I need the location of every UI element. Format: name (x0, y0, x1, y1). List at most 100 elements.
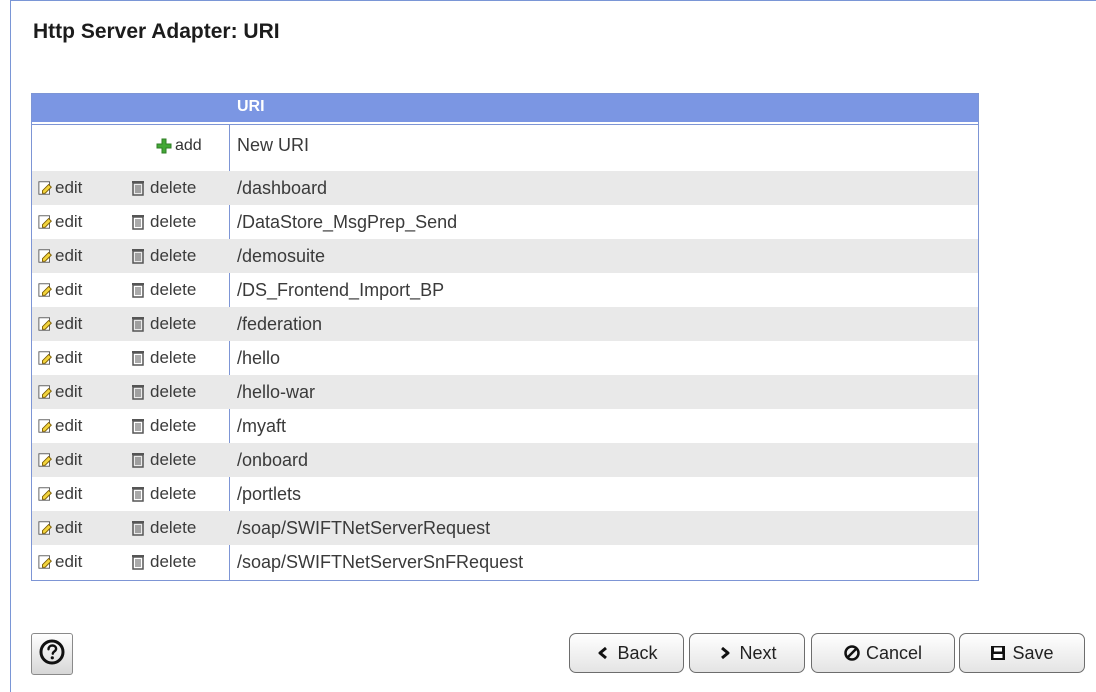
delete-link[interactable]: delete (130, 517, 196, 539)
edit-link[interactable]: edit (38, 347, 82, 369)
edit-icon (38, 214, 54, 230)
delete-icon (130, 316, 146, 332)
delete-label: delete (150, 552, 197, 571)
delete-link[interactable]: delete (130, 551, 196, 573)
uri-value: /hello-war (237, 382, 316, 402)
delete-icon (130, 214, 146, 230)
table-row: edit delete /demosuite (32, 239, 978, 273)
delete-label: delete (150, 450, 197, 469)
delete-label: delete (150, 212, 197, 231)
uri-value: /onboard (237, 450, 309, 470)
table-row: edit delete /hello-war (32, 375, 978, 409)
edit-label: edit (55, 450, 83, 469)
edit-link[interactable]: edit (38, 449, 82, 471)
delete-link[interactable]: delete (130, 347, 196, 369)
edit-label: edit (55, 416, 83, 435)
delete-link[interactable]: delete (130, 211, 196, 233)
edit-link[interactable]: edit (38, 483, 82, 505)
save-button[interactable]: Save (959, 633, 1085, 673)
edit-label: edit (55, 178, 83, 197)
uri-value: /DS_Frontend_Import_BP (237, 280, 445, 300)
uri-column-header: URI (237, 98, 265, 115)
page-title: Http Server Adapter: URI (33, 20, 280, 43)
delete-label: delete (150, 348, 197, 367)
edit-icon (38, 554, 54, 570)
uri-value: /hello (237, 348, 281, 368)
delete-icon (130, 180, 146, 196)
edit-icon (38, 350, 54, 366)
edit-icon (38, 418, 54, 434)
delete-icon (130, 384, 146, 400)
delete-link[interactable]: delete (130, 313, 196, 335)
uri-value: /soap/SWIFTNetServerRequest (237, 518, 491, 538)
delete-icon (130, 486, 146, 502)
table-row: edit delete /DS_Frontend_Import_BP (32, 273, 978, 307)
edit-label: edit (55, 314, 83, 333)
header-rule (32, 124, 978, 125)
uri-value: /demosuite (237, 246, 326, 266)
delete-icon (130, 282, 146, 298)
edit-label: edit (55, 280, 83, 299)
edit-icon (38, 248, 54, 264)
table-row: edit delete /dashboard (32, 171, 978, 205)
edit-label: edit (55, 382, 83, 401)
help-button[interactable] (31, 633, 73, 675)
edit-icon (38, 316, 54, 332)
edit-link[interactable]: edit (38, 415, 82, 437)
edit-link[interactable]: edit (38, 245, 82, 267)
delete-icon (130, 520, 146, 536)
back-button[interactable]: Back (569, 633, 684, 673)
edit-icon (38, 384, 54, 400)
edit-link[interactable]: edit (38, 211, 82, 233)
delete-link[interactable]: delete (130, 177, 196, 199)
delete-label: delete (150, 484, 197, 503)
new-uri-value: New URI (237, 135, 310, 155)
add-icon (156, 138, 172, 154)
delete-icon (130, 248, 146, 264)
uri-value: /myaft (237, 416, 287, 436)
table-row: edit delete /soap/SWIFTNetServerSnFReque… (32, 545, 978, 579)
delete-label: delete (150, 518, 197, 537)
edit-link[interactable]: edit (38, 279, 82, 301)
next-icon (717, 645, 733, 661)
back-icon (595, 645, 611, 661)
uri-grid: URI add New URI edit delete /dashboard e… (31, 93, 979, 581)
edit-link[interactable]: edit (38, 517, 82, 539)
next-button[interactable]: Next (689, 633, 805, 673)
add-link[interactable]: add (156, 136, 202, 156)
table-row: edit delete /onboard (32, 443, 978, 477)
back-label: Back (617, 642, 658, 663)
table-row: edit delete /federation (32, 307, 978, 341)
edit-label: edit (55, 246, 83, 265)
delete-link[interactable]: delete (130, 449, 196, 471)
edit-icon (38, 520, 54, 536)
edit-link[interactable]: edit (38, 381, 82, 403)
delete-link[interactable]: delete (130, 381, 196, 403)
edit-label: edit (55, 552, 83, 571)
edit-icon (38, 180, 54, 196)
delete-label: delete (150, 416, 197, 435)
cancel-button[interactable]: Cancel (811, 633, 955, 673)
delete-icon (130, 350, 146, 366)
save-icon (990, 645, 1006, 661)
delete-icon (130, 418, 146, 434)
delete-link[interactable]: delete (130, 245, 196, 267)
add-label: add (175, 137, 202, 154)
edit-icon (38, 452, 54, 468)
delete-link[interactable]: delete (130, 279, 196, 301)
table-row: edit delete /myaft (32, 409, 978, 443)
delete-link[interactable]: delete (130, 483, 196, 505)
delete-label: delete (150, 382, 197, 401)
help-icon (39, 639, 65, 669)
save-label: Save (1012, 642, 1054, 663)
edit-label: edit (55, 212, 83, 231)
cancel-label: Cancel (865, 642, 923, 663)
uri-value: /DataStore_MsgPrep_Send (237, 212, 458, 232)
table-row: edit delete /soap/SWIFTNetServerRequest (32, 511, 978, 545)
edit-link[interactable]: edit (38, 177, 82, 199)
edit-label: edit (55, 348, 83, 367)
table-row: edit delete /portlets (32, 477, 978, 511)
edit-link[interactable]: edit (38, 313, 82, 335)
edit-link[interactable]: edit (38, 551, 82, 573)
delete-link[interactable]: delete (130, 415, 196, 437)
